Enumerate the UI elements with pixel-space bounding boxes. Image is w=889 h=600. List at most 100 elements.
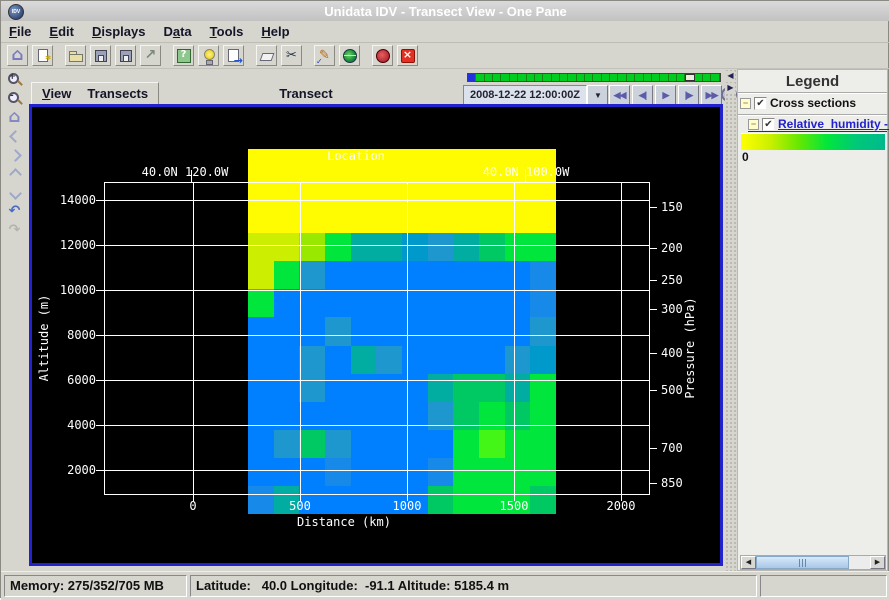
scroll-left-button[interactable]: ◀ bbox=[741, 556, 756, 569]
pan-left-icon[interactable] bbox=[5, 128, 25, 145]
view-menu-view[interactable]: View bbox=[42, 86, 71, 101]
field-selector-button[interactable] bbox=[173, 45, 194, 66]
heatmap-cell bbox=[325, 374, 351, 402]
heatmap-cell bbox=[453, 346, 479, 374]
redo-icon[interactable] bbox=[5, 223, 25, 240]
collapse-item-icon[interactable] bbox=[748, 119, 759, 130]
humidity-checkbox[interactable] bbox=[762, 118, 775, 131]
menu-edit[interactable]: Edit bbox=[49, 24, 74, 39]
transect-display-area[interactable]: Location40.0N 120.0W40.0N 100.0W05001000… bbox=[32, 107, 720, 563]
time-end-button[interactable]: ▶▶ bbox=[701, 85, 722, 105]
legend-title: Legend bbox=[738, 73, 887, 90]
new-display-button[interactable] bbox=[32, 45, 53, 66]
heatmap-cell bbox=[248, 317, 274, 345]
tip-button[interactable] bbox=[198, 45, 219, 66]
grid-line bbox=[96, 245, 104, 246]
time-step-back-button[interactable]: ◀| bbox=[632, 85, 653, 105]
glyph: - bbox=[9, 91, 16, 101]
time-step-forward-button[interactable]: |▶ bbox=[678, 85, 699, 105]
home-view-icon[interactable] bbox=[5, 109, 25, 126]
y-left-tick-label: 14000 bbox=[32, 193, 96, 207]
humidity-colorbar[interactable] bbox=[741, 133, 885, 150]
time-dropdown-button[interactable]: ▼ bbox=[587, 85, 608, 105]
heatmap-cell bbox=[299, 261, 325, 289]
scroll-right-button[interactable]: ▶ bbox=[870, 556, 885, 569]
y-left-tick-label: 2000 bbox=[32, 463, 96, 477]
heatmap-cell bbox=[505, 261, 531, 289]
heatmap-cell bbox=[299, 374, 325, 402]
heatmap-cell bbox=[325, 233, 351, 261]
cancel-icon bbox=[399, 47, 416, 64]
transect-view-title: Transect bbox=[241, 86, 371, 101]
time-value-field[interactable]: 2008-12-22 12:00:00Z bbox=[463, 85, 587, 105]
drawing-button[interactable] bbox=[140, 45, 161, 66]
heatmap-cell bbox=[453, 317, 479, 345]
show-dashboard-button[interactable] bbox=[7, 45, 28, 66]
menu-help[interactable]: Help bbox=[261, 24, 289, 39]
position-status: Latitude: 40.0 Longitude: -91.1 Altitude… bbox=[190, 575, 757, 597]
drawing-icon bbox=[142, 47, 159, 64]
pan-up-icon[interactable] bbox=[5, 166, 25, 183]
pan-right-icon[interactable] bbox=[5, 147, 25, 164]
toolbar-group bbox=[7, 45, 53, 66]
heatmap-cell bbox=[428, 233, 454, 261]
heatmap-cell bbox=[248, 458, 274, 486]
globe-button[interactable] bbox=[339, 45, 360, 66]
heatmap-cell bbox=[325, 317, 351, 345]
collapse-right-icon[interactable]: ▶ bbox=[726, 83, 735, 92]
zoom-out-icon[interactable]: - bbox=[5, 90, 25, 107]
collapse-group-icon[interactable] bbox=[740, 98, 751, 109]
pan-down-icon[interactable] bbox=[5, 185, 25, 202]
heatmap-cell bbox=[530, 374, 556, 402]
save-as-button[interactable] bbox=[115, 45, 136, 66]
save-bundle-button[interactable] bbox=[90, 45, 111, 66]
time-segment bbox=[618, 74, 626, 81]
time-steps-bar[interactable] bbox=[467, 73, 721, 82]
undo-icon[interactable] bbox=[5, 204, 25, 221]
heatmap-cell bbox=[402, 374, 428, 402]
grid-line bbox=[104, 335, 649, 336]
time-start-button[interactable]: ◀◀ bbox=[609, 85, 630, 105]
grid-line bbox=[649, 207, 657, 208]
time-play-button[interactable]: ▶ bbox=[655, 85, 676, 105]
stop-loads-button[interactable] bbox=[372, 45, 393, 66]
heatmap-cell bbox=[248, 346, 274, 374]
humidity-display-link[interactable]: Relative_humidity -_ bbox=[778, 117, 889, 131]
heatmap-cell bbox=[376, 374, 402, 402]
view-menu-transects[interactable]: Transects bbox=[87, 86, 148, 101]
legend-horizontal-scrollbar[interactable]: ◀ ▶ bbox=[740, 555, 886, 570]
menu-data[interactable]: Data bbox=[163, 24, 191, 39]
heatmap-cell bbox=[479, 261, 505, 289]
plot-title: Location bbox=[256, 149, 456, 163]
grid-line bbox=[104, 200, 649, 201]
menu-displays[interactable]: Displays bbox=[92, 24, 145, 39]
heatmap-cell bbox=[402, 233, 428, 261]
heatmap-cell bbox=[530, 289, 556, 317]
divider bbox=[738, 114, 887, 116]
zoom-in-icon[interactable]: + bbox=[5, 71, 25, 88]
heatmap-cell bbox=[376, 289, 402, 317]
toolbar-group bbox=[314, 45, 360, 66]
heatmap-cell bbox=[479, 233, 505, 261]
cross-sections-checkbox[interactable] bbox=[754, 97, 767, 110]
bulb-icon bbox=[200, 47, 217, 64]
heatmap-cell bbox=[428, 430, 454, 458]
scrollbar-thumb[interactable] bbox=[756, 556, 849, 569]
erase-button[interactable] bbox=[256, 45, 277, 66]
menu-file[interactable]: File bbox=[9, 24, 31, 39]
menu-tools[interactable]: Tools bbox=[210, 24, 244, 39]
edit-button[interactable] bbox=[314, 45, 335, 66]
export-image-button[interactable] bbox=[223, 45, 244, 66]
grid-line bbox=[649, 353, 657, 354]
open-bundle-button[interactable] bbox=[65, 45, 86, 66]
cancel-button[interactable] bbox=[397, 45, 418, 66]
title-bar[interactable]: IDV Unidata IDV - Transect View - One Pa… bbox=[1, 1, 889, 21]
heatmap-cell bbox=[402, 458, 428, 486]
heatmap-cell bbox=[299, 205, 325, 233]
cut-button[interactable] bbox=[281, 45, 302, 66]
collapse-left-icon[interactable]: ◀ bbox=[726, 71, 735, 80]
grid-line bbox=[104, 182, 649, 183]
time-segment bbox=[635, 74, 643, 81]
legend-splitter[interactable]: ◀ ▶ bbox=[725, 69, 736, 571]
time-segment bbox=[552, 74, 560, 81]
